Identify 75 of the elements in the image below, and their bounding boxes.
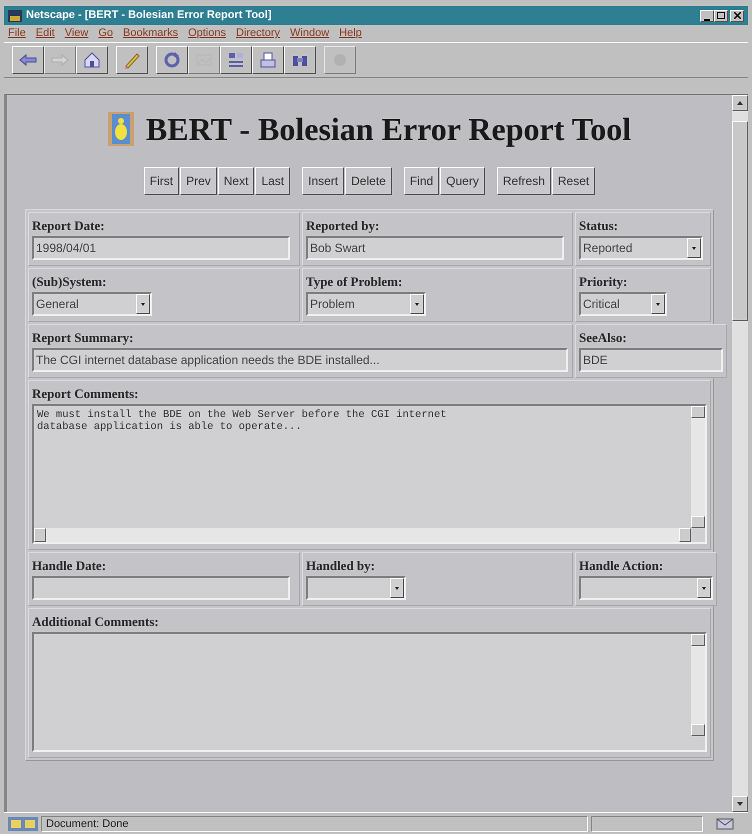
maximize-button[interactable] xyxy=(714,10,728,22)
field-label: Additional Comments: xyxy=(32,613,160,631)
field-label: Reported by: xyxy=(306,217,380,235)
status-text: Document: Done xyxy=(41,816,588,832)
scrollbar[interactable] xyxy=(691,634,705,736)
window-title: Netscape - [BERT - Bolesian Error Report Tool] xyxy=(26,8,272,24)
dropdown[interactable]: Critical xyxy=(579,292,667,316)
dropdown[interactable]: Reported xyxy=(579,236,703,260)
menu-item[interactable]: Window xyxy=(290,25,330,42)
vertical-scrollbar[interactable] xyxy=(732,95,748,812)
menu-item[interactable]: Directory xyxy=(236,25,280,42)
text-area[interactable] xyxy=(32,632,707,752)
printer-icon xyxy=(258,50,278,70)
dropdown[interactable] xyxy=(579,576,713,600)
field-label: SeeAlso: xyxy=(579,329,628,347)
menu-item[interactable]: Go xyxy=(98,25,114,42)
dropdown[interactable] xyxy=(306,576,406,600)
minimize-button[interactable] xyxy=(700,10,714,22)
field-label: Report Date: xyxy=(32,217,106,235)
bug-logo-icon xyxy=(108,112,134,146)
toolbar-button[interactable] xyxy=(12,46,44,74)
menu-item[interactable]: File xyxy=(8,25,26,42)
menu-item[interactable]: Bookmarks xyxy=(123,25,178,42)
dropdown[interactable]: General xyxy=(32,292,152,316)
maximize-icon xyxy=(717,12,725,19)
text-field[interactable]: BDE xyxy=(579,348,723,372)
text-field[interactable]: Bob Swart xyxy=(306,236,564,260)
app-icon xyxy=(8,10,22,22)
field-label: Type of Problem: xyxy=(306,273,404,291)
field-label: (Sub)System: xyxy=(32,273,108,291)
scroll-up-icon xyxy=(737,101,743,105)
text-area[interactable]: We must install the BDE on the Web Server before the CGI internet database application is able to operate... xyxy=(32,404,707,544)
form-button[interactable]: Refresh xyxy=(496,167,551,195)
page-heading: BERT - Bolesian Error Report Tool xyxy=(146,110,632,149)
toolbar-button[interactable] xyxy=(76,46,108,74)
close-button[interactable] xyxy=(730,10,744,22)
close-icon xyxy=(734,12,740,19)
toolbar-button[interactable] xyxy=(116,46,148,74)
menu-item[interactable]: View xyxy=(64,25,88,42)
scrollbar[interactable] xyxy=(691,406,705,528)
dropdown[interactable]: Problem xyxy=(306,292,426,316)
field-label: Handle Action: xyxy=(579,557,664,575)
form-button[interactable]: Next xyxy=(218,167,254,195)
text-field[interactable]: The CGI internet database application needs the BDE installed... xyxy=(32,348,568,372)
toolbar-button[interactable] xyxy=(220,46,252,74)
field-label: Handle Date: xyxy=(32,557,108,575)
mail-icon xyxy=(716,818,734,830)
field-label: Handled by: xyxy=(306,557,376,575)
form-button[interactable]: Reset xyxy=(552,167,596,195)
horizontal-scrollbar[interactable] xyxy=(34,528,691,542)
form-button[interactable]: First xyxy=(144,167,180,195)
text-field[interactable]: 1998/04/01 xyxy=(32,236,290,260)
field-label: Priority: xyxy=(579,273,628,291)
form-button[interactable]: Delete xyxy=(345,167,392,195)
menu-item[interactable]: Help xyxy=(339,25,362,42)
field-label: Report Comments: xyxy=(32,385,140,403)
field-label: Status: xyxy=(579,217,620,235)
form-button[interactable]: Insert xyxy=(302,167,344,195)
house-icon xyxy=(82,50,102,70)
grid-icon xyxy=(226,50,246,70)
toolbar-button[interactable] xyxy=(252,46,284,74)
form-button[interactable]: Last xyxy=(255,167,290,195)
form-button[interactable]: Find xyxy=(404,167,440,195)
form-button[interactable]: Query xyxy=(440,167,485,195)
toolbar-button[interactable] xyxy=(156,46,188,74)
security-key-icon xyxy=(8,816,38,830)
reload-icon xyxy=(162,50,182,70)
form-button[interactable]: Prev xyxy=(180,167,217,195)
scroll-down-icon xyxy=(737,802,743,806)
menu-item[interactable]: Options xyxy=(188,25,226,42)
text-field[interactable] xyxy=(32,576,290,600)
minimize-icon xyxy=(704,18,710,20)
field-label: Report Summary: xyxy=(32,329,134,347)
toolbar-button[interactable] xyxy=(284,46,316,74)
menu-item[interactable]: Edit xyxy=(36,25,55,42)
